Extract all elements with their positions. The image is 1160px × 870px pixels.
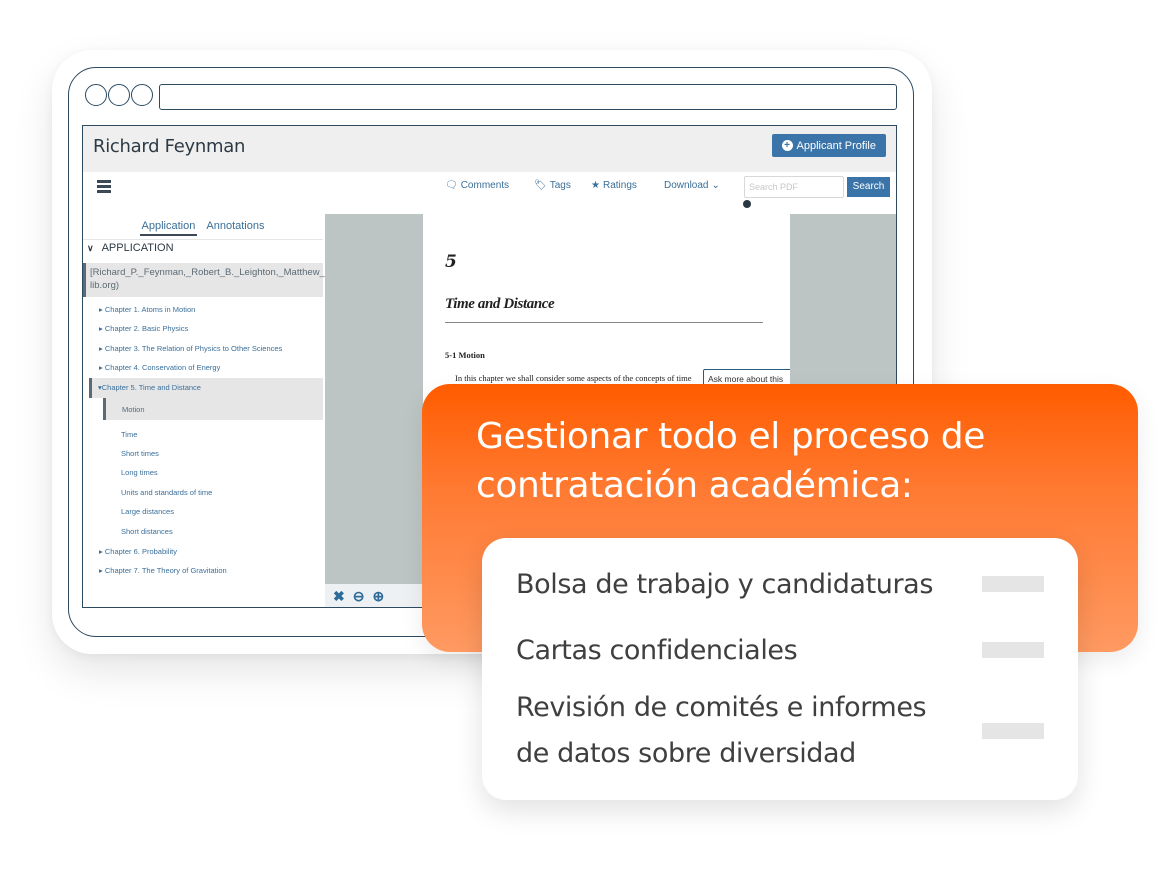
applicant-name: Richard Feynman (93, 136, 246, 157)
chapter-number: 5 (445, 252, 457, 272)
chapter-label: Chapter 7. The Theory of Gravitation (104, 566, 227, 575)
placeholder-bar (982, 576, 1044, 592)
chapter-item[interactable]: ▸ Chapter 2. Basic Physics (99, 324, 188, 333)
promo-title: Gestionar todo el proceso de contratació… (476, 416, 985, 506)
divider (83, 239, 323, 240)
ratings-link[interactable]: ★ Ratings (591, 180, 637, 191)
zoom-out-icon[interactable]: ⊖ (353, 588, 365, 605)
subsection-item[interactable]: Long times (121, 468, 158, 477)
chapter-label: Chapter 2. Basic Physics (104, 324, 189, 333)
application-section-toggle[interactable]: ∨ APPLICATION (87, 242, 174, 254)
chevron-down-icon: ⌄ (711, 180, 720, 191)
app-header: Richard Feynman + Applicant Profile (83, 126, 896, 172)
chapter-label: Chapter 1. Atoms in Motion (104, 305, 196, 314)
chapter-label: Chapter 4. Conservation of Energy (104, 363, 221, 372)
search-pdf-input[interactable]: Search PDF (744, 176, 844, 198)
subsection-item[interactable]: Large distances (121, 507, 174, 516)
sidebar: Application Annotations ∨ APPLICATION [R… (83, 214, 342, 607)
window-dot-icon[interactable] (85, 84, 107, 106)
placeholder-bar (982, 723, 1044, 739)
chapter-item[interactable]: ▸ Chapter 6. Probability (99, 547, 177, 556)
search-button[interactable]: Search (847, 177, 890, 197)
star-icon: ★ (591, 180, 600, 191)
feature-item: Revisión de comités e informes de datos … (516, 692, 927, 769)
download-dropdown[interactable]: Download ⌄ (664, 180, 720, 191)
chapter-label: Chapter 3. The Relation of Physics to Ot… (104, 344, 283, 353)
address-bar[interactable] (159, 84, 897, 110)
download-label: Download (664, 180, 709, 191)
ratings-label: Ratings (602, 180, 637, 191)
window-controls (85, 84, 153, 106)
chapter-item[interactable]: ▸ Chapter 7. The Theory of Gravitation (99, 566, 227, 575)
tags-link[interactable]: 🏷 Tags (534, 180, 571, 191)
applicant-profile-label: Applicant Profile (796, 139, 877, 152)
comments-label: Comments (460, 180, 510, 191)
chevron-down-icon: ∨ (87, 242, 94, 253)
tags-label: Tags (549, 180, 571, 191)
body-text: In this chapter we shall consider some a… (455, 373, 692, 383)
subsection-item-active[interactable]: Motion (103, 398, 323, 420)
comments-icon: 🗨 (445, 180, 458, 191)
subsection-item[interactable]: Time (121, 430, 137, 439)
chapter-item-expanded[interactable]: ▾Chapter 5. Time and Distance (89, 378, 323, 398)
chapter-item[interactable]: ▸ Chapter 4. Conservation of Energy (99, 363, 220, 372)
subsection-item[interactable]: Short times (121, 449, 159, 458)
zoom-in-icon[interactable]: ⊕ (372, 588, 384, 605)
tab-annotations[interactable]: Annotations (204, 220, 266, 234)
feature-item: Cartas confidenciales (516, 635, 798, 666)
chapter-item[interactable]: ▸ Chapter 1. Atoms in Motion (99, 305, 195, 314)
fullscreen-icon[interactable]: ✖ (333, 588, 345, 605)
subsection-item[interactable]: Short distances (121, 527, 173, 536)
feature-item: Bolsa de trabajo y candidaturas (516, 569, 933, 600)
section-heading: 5-1 Motion (445, 350, 485, 360)
title-rule (445, 322, 763, 323)
viewer-margin (325, 214, 423, 584)
subsection-item[interactable]: Units and standards of time (121, 488, 212, 497)
window-dot-icon[interactable] (108, 84, 130, 106)
window-dot-icon[interactable] (131, 84, 153, 106)
viewer-controls: ✖ ⊖ ⊕ (325, 584, 423, 607)
chapter-title: Time and Distance (445, 296, 555, 312)
chapter-label: Chapter 5. Time and Distance (101, 383, 201, 392)
document-item[interactable]: [Richard_P._Feynman,_Robert_B._Leighton,… (83, 263, 342, 297)
viewer-toolbar: 🗨 Comments 🏷 Tags ★ Ratings Download ⌄ S… (83, 172, 896, 214)
placeholder-bar (982, 642, 1044, 658)
applicant-profile-button[interactable]: + Applicant Profile (771, 134, 886, 157)
comments-link[interactable]: 🗨 Comments (445, 180, 509, 191)
tag-icon: 🏷 (534, 180, 547, 191)
tab-application[interactable]: Application (139, 220, 198, 236)
help-icon[interactable] (743, 200, 751, 208)
section-label: APPLICATION (101, 242, 174, 254)
sidebar-tabs: Application Annotations (83, 220, 323, 236)
chapter-label: Chapter 6. Probability (104, 547, 177, 556)
plus-circle-icon: + (781, 140, 793, 151)
feature-list-card: Bolsa de trabajo y candidaturas Cartas c… (482, 538, 1078, 800)
chapter-item[interactable]: ▸ Chapter 3. The Relation of Physics to … (99, 344, 282, 353)
menu-icon[interactable] (97, 180, 111, 195)
